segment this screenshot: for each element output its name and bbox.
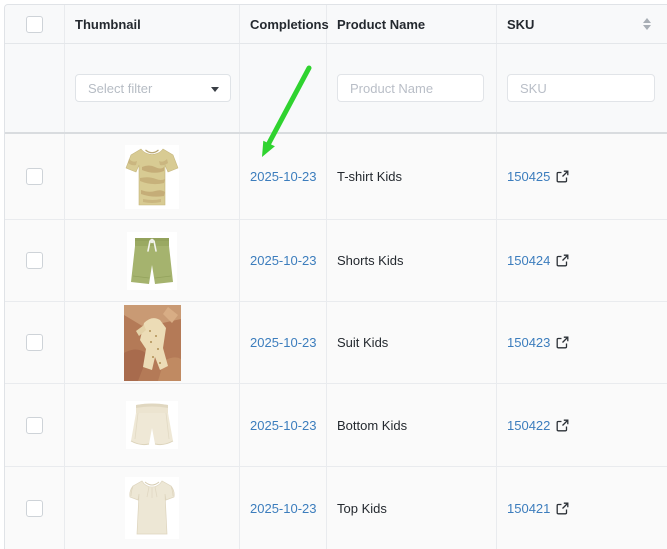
select-filter-dropdown[interactable]: Select filter — [75, 74, 231, 102]
checkbox-cell — [5, 467, 65, 549]
product-thumbnail — [125, 477, 179, 539]
table-row: 2025-10-23 Shorts Kids 150424 — [5, 220, 667, 302]
sku-link[interactable]: 150424 — [507, 253, 550, 268]
row-checkbox[interactable] — [26, 499, 43, 517]
completion-date-link[interactable]: 2025-10-23 — [250, 169, 317, 184]
select-filter-placeholder: Select filter — [88, 80, 153, 96]
products-table: Thumbnail Completions Product Name SKU S… — [4, 4, 667, 549]
filter-completions-cell — [240, 44, 327, 132]
table-row: 2025-10-23 T-shirt Kids 150425 — [5, 134, 667, 220]
completion-date-link[interactable]: 2025-10-23 — [250, 418, 317, 433]
filter-checkbox-cell — [5, 44, 65, 132]
checkbox-cell — [5, 384, 65, 466]
thumbnail-cell — [65, 220, 240, 301]
row-checkbox[interactable] — [26, 168, 43, 185]
filter-sku-cell — [497, 44, 667, 132]
external-link-icon[interactable] — [556, 336, 569, 349]
product-name: Shorts Kids — [337, 253, 404, 268]
product-name: Bottom Kids — [337, 417, 408, 433]
header-checkbox-cell — [5, 5, 65, 43]
completion-date-link[interactable]: 2025-10-23 — [250, 253, 317, 268]
sku-link[interactable]: 150425 — [507, 169, 550, 184]
table-header-row: Thumbnail Completions Product Name SKU — [5, 5, 667, 44]
external-link-icon[interactable] — [556, 170, 569, 183]
product-name-filter-input[interactable] — [337, 74, 484, 102]
sku-filter-input[interactable] — [507, 74, 655, 102]
thumbnail-cell — [65, 467, 240, 549]
completion-date-link[interactable]: 2025-10-23 — [250, 335, 317, 350]
product-thumbnail — [125, 144, 179, 209]
select-all-checkbox[interactable] — [26, 15, 43, 33]
filter-product-name-cell — [327, 44, 497, 132]
header-product-name-label: Product Name — [337, 16, 426, 32]
product-thumbnail — [123, 304, 181, 381]
product-name: Top Kids — [337, 500, 387, 516]
checkbox-cell — [5, 302, 65, 383]
sku-link[interactable]: 150422 — [507, 418, 550, 433]
header-completions: Completions — [240, 5, 329, 43]
table-row: 2025-10-23 Bottom Kids 150422 — [5, 384, 667, 467]
row-checkbox[interactable] — [26, 252, 43, 269]
header-sku-label: SKU — [507, 16, 535, 32]
thumbnail-cell — [65, 134, 240, 219]
external-link-icon[interactable] — [556, 254, 569, 267]
header-product-name: Product Name — [327, 5, 497, 43]
thumbnail-cell — [65, 302, 240, 383]
filter-thumbnail-cell: Select filter — [65, 44, 240, 132]
chevron-down-icon — [211, 87, 219, 92]
header-thumbnail: Thumbnail — [65, 5, 240, 43]
external-link-icon[interactable] — [556, 419, 569, 432]
header-sku: SKU — [497, 5, 667, 43]
product-name: T-shirt Kids — [337, 169, 403, 184]
table-filter-row: Select filter — [5, 44, 667, 134]
product-thumbnail — [126, 401, 178, 449]
row-checkbox[interactable] — [26, 334, 43, 351]
header-completions-label: Completions — [250, 16, 329, 32]
completion-date-link[interactable]: 2025-10-23 — [250, 501, 317, 516]
table-row: 2025-10-23 Suit Kids 150423 — [5, 302, 667, 384]
sort-icon[interactable] — [643, 18, 651, 30]
table-row: 2025-10-23 Top Kids 150421 — [5, 467, 667, 549]
sku-link[interactable]: 150423 — [507, 335, 550, 350]
sku-link[interactable]: 150421 — [507, 501, 550, 516]
product-name: Suit Kids — [337, 335, 389, 350]
external-link-icon[interactable] — [556, 502, 569, 515]
product-thumbnail — [127, 231, 177, 290]
row-checkbox[interactable] — [26, 416, 43, 434]
header-thumbnail-label: Thumbnail — [75, 16, 141, 32]
thumbnail-cell — [65, 384, 240, 466]
